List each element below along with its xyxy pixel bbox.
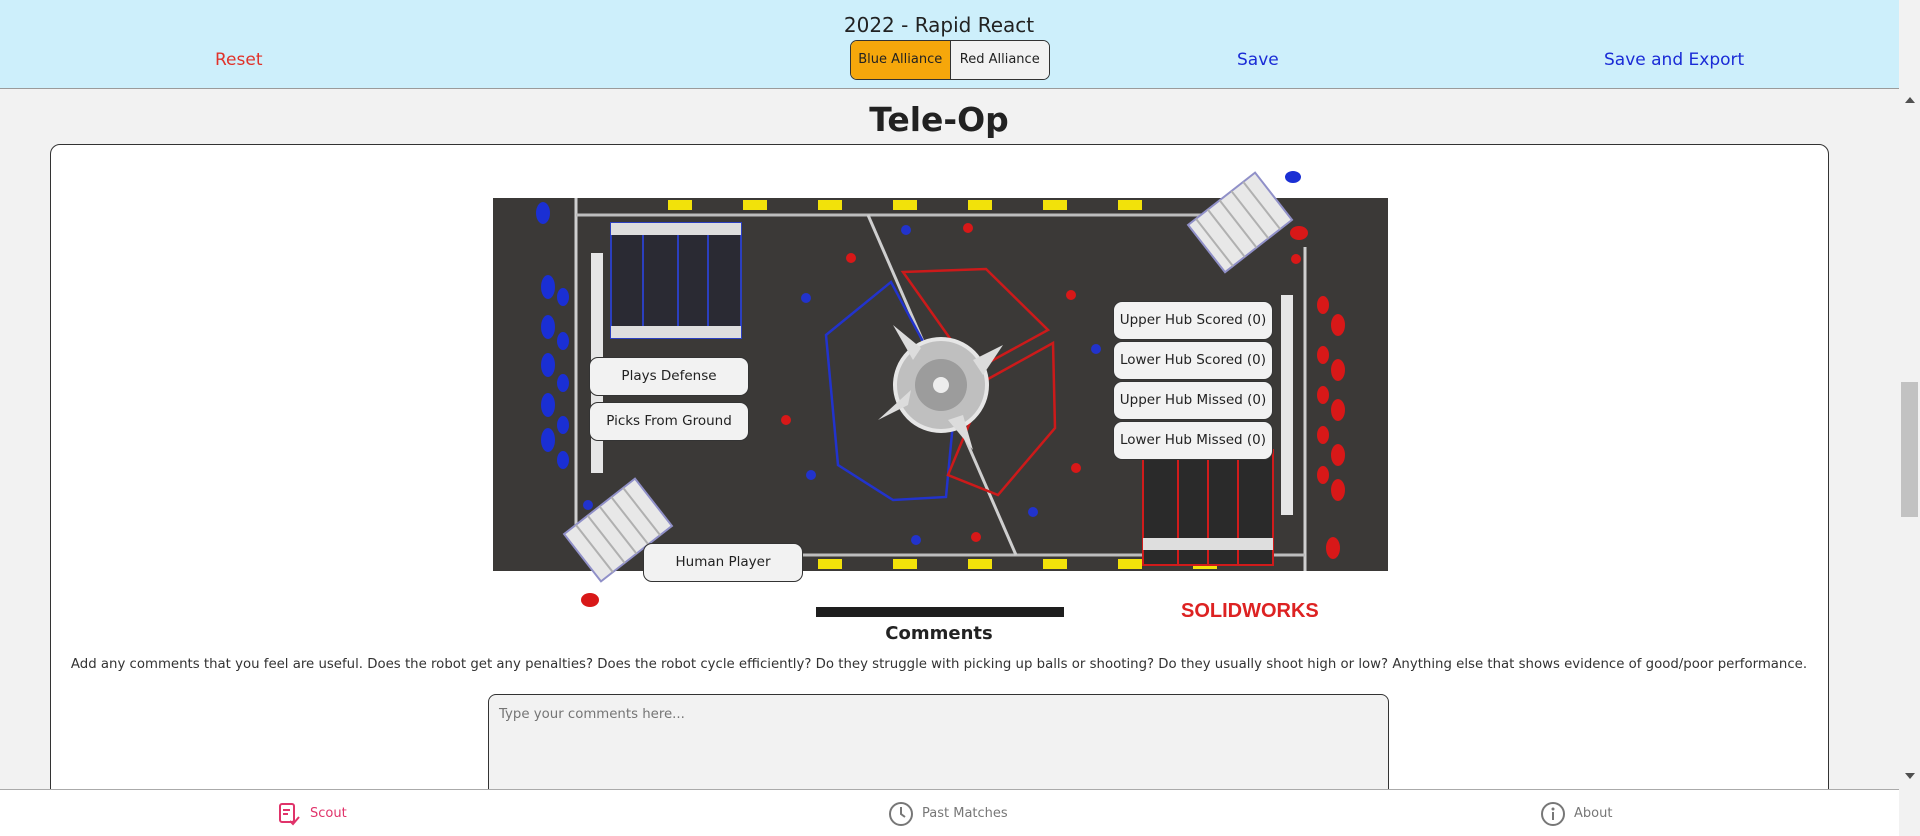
lower-hub-missed-button[interactable]: Lower Hub Missed (0) xyxy=(1113,421,1273,460)
clock-icon xyxy=(889,801,913,826)
info-circle-icon xyxy=(1541,801,1565,826)
nav-label-scout: Scout xyxy=(310,806,347,821)
comments-textarea[interactable] xyxy=(488,694,1389,804)
lower-hub-scored-button[interactable]: Lower Hub Scored (0) xyxy=(1113,341,1273,380)
app-header: 2022 - Rapid React Reset Blue Alliance R… xyxy=(0,0,1899,89)
comments-heading: Comments xyxy=(885,623,993,644)
save-and-export-button[interactable]: Save and Export xyxy=(1604,50,1744,70)
page-title: Tele-Op xyxy=(869,100,1009,139)
scroll-up-arrow-icon[interactable] xyxy=(1905,97,1915,103)
red-alliance-button[interactable]: Red Alliance xyxy=(950,41,1049,79)
upper-hub-missed-button[interactable]: Upper Hub Missed (0) xyxy=(1113,381,1273,420)
scrollbar-thumb[interactable] xyxy=(1901,382,1918,517)
page-scrollbar[interactable] xyxy=(1899,89,1920,789)
app-title: 2022 - Rapid React xyxy=(843,13,1035,37)
picks-from-ground-button[interactable]: Picks From Ground xyxy=(589,402,749,441)
nav-label-about: About xyxy=(1574,806,1613,821)
clipboard-check-icon xyxy=(279,802,300,825)
nav-item-scout[interactable]: Scout xyxy=(276,790,347,836)
upper-hub-scored-button[interactable]: Upper Hub Scored (0) xyxy=(1113,301,1273,340)
solidworks-logo-text: SOLIDWORKS xyxy=(1181,600,1319,617)
blue-alliance-button[interactable]: Blue Alliance xyxy=(851,41,951,79)
nav-item-about[interactable]: About xyxy=(1540,790,1612,836)
scroll-down-arrow-icon[interactable] xyxy=(1905,773,1915,779)
plays-defense-button[interactable]: Plays Defense xyxy=(589,357,749,396)
nav-label-past-matches: Past Matches xyxy=(922,806,1008,821)
nav-item-past-matches[interactable]: Past Matches xyxy=(888,790,1008,836)
human-player-button[interactable]: Human Player xyxy=(643,543,803,582)
bottom-nav: Scout Past Matches About xyxy=(0,789,1899,836)
comments-description: Add any comments that you feel are usefu… xyxy=(70,657,1808,672)
reset-button[interactable]: Reset xyxy=(215,50,263,70)
save-button[interactable]: Save xyxy=(1237,50,1279,70)
alliance-toggle: Blue Alliance Red Alliance xyxy=(850,40,1050,80)
